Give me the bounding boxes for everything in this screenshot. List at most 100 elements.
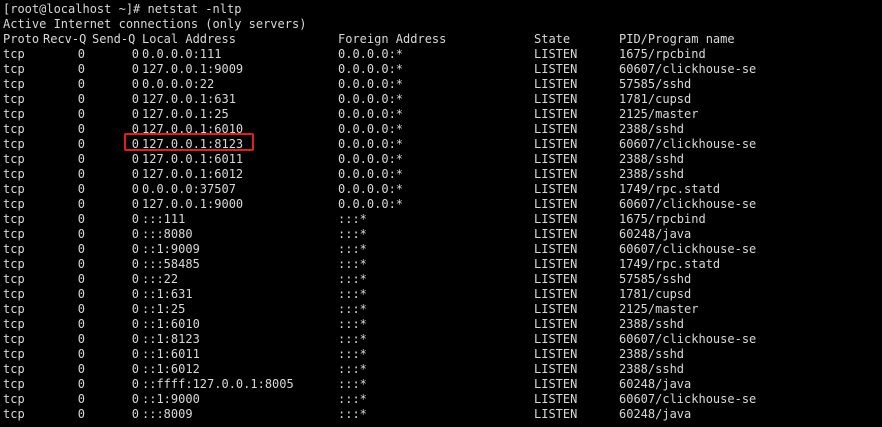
row-foreign-address: :::* <box>338 362 367 376</box>
row-proto: tcp <box>3 302 25 316</box>
row-sendq: 0 <box>131 62 139 76</box>
row-foreign-address: :::* <box>338 287 367 301</box>
row-foreign-address: 0.0.0.0:* <box>338 77 404 91</box>
header-proto: Proto <box>3 32 40 46</box>
row-state: LISTEN <box>534 122 578 136</box>
table-row: tcp 0 0::1:6012:::* LISTEN 2388/sshd <box>3 362 873 377</box>
row-pid-program: 1675/rpcbind <box>619 47 706 61</box>
row-recvq: 0 <box>77 77 85 91</box>
row-sendq: 0 <box>131 122 139 136</box>
row-state: LISTEN <box>534 47 578 61</box>
table-row: tcp 0 0::1:6011:::* LISTEN 2388/sshd <box>3 347 873 362</box>
row-state: LISTEN <box>534 77 578 91</box>
row-sendq: 0 <box>131 362 139 376</box>
row-proto: tcp <box>3 197 25 211</box>
header-state: State <box>534 32 571 46</box>
row-local-address: ::1:8123 <box>142 332 200 346</box>
row-sendq: 0 <box>131 92 139 106</box>
row-recvq: 0 <box>77 167 85 181</box>
row-recvq: 0 <box>77 392 85 406</box>
row-state: LISTEN <box>534 92 578 106</box>
row-state: LISTEN <box>534 377 578 391</box>
row-sendq: 0 <box>131 347 139 361</box>
row-pid-program: 60248/java <box>619 227 692 241</box>
row-state: LISTEN <box>534 347 578 361</box>
table-row: tcp 0 0:::8009:::* LISTEN 60248/java <box>3 407 873 422</box>
row-pid-program: 2388/sshd <box>619 167 685 181</box>
row-local-address: 127.0.0.1:25 <box>142 107 229 121</box>
table-row: tcp 0 0::1:9009:::* LISTEN 60607/clickhouse-… <box>3 242 873 257</box>
row-proto: tcp <box>3 182 25 196</box>
row-foreign-address: :::* <box>338 407 367 421</box>
table-row: tcp 0 0::1:8123:::* LISTEN 60607/clickhouse-… <box>3 332 873 347</box>
row-proto: tcp <box>3 107 25 121</box>
row-local-address: :::8009 <box>142 407 193 421</box>
row-pid-program: 60248/java <box>619 407 692 421</box>
row-local-address: 127.0.0.1:9000 <box>142 197 244 211</box>
table-row: tcp 0 0:::111:::* LISTEN 1675/rpcbind <box>3 212 873 227</box>
row-foreign-address: :::* <box>338 257 367 271</box>
row-local-address: 0.0.0.0:111 <box>142 47 222 61</box>
row-recvq: 0 <box>77 317 85 331</box>
row-pid-program: 60607/clickhouse-se <box>619 392 757 406</box>
row-recvq: 0 <box>77 182 85 196</box>
row-local-address: ::1:9009 <box>142 242 200 256</box>
row-proto: tcp <box>3 257 25 271</box>
table-row: tcp 0 0::1:631:::* LISTEN 1781/cupsd <box>3 287 873 302</box>
row-proto: tcp <box>3 392 25 406</box>
row-state: LISTEN <box>534 62 578 76</box>
table-row: tcp 0 0:::8080:::* LISTEN 60248/java <box>3 227 873 242</box>
row-proto: tcp <box>3 77 25 91</box>
row-sendq: 0 <box>131 377 139 391</box>
row-state: LISTEN <box>534 272 578 286</box>
row-pid-program: 60607/clickhouse-se <box>619 197 757 211</box>
row-proto: tcp <box>3 272 25 286</box>
row-foreign-address: 0.0.0.0:* <box>338 182 404 196</box>
row-local-address: ::1:6011 <box>142 347 200 361</box>
row-recvq: 0 <box>77 272 85 286</box>
row-state: LISTEN <box>534 152 578 166</box>
row-sendq: 0 <box>131 107 139 121</box>
row-sendq: 0 <box>131 332 139 346</box>
row-local-address: 0.0.0.0:37507 <box>142 182 236 196</box>
row-state: LISTEN <box>534 302 578 316</box>
row-proto: tcp <box>3 362 25 376</box>
row-sendq: 0 <box>131 407 139 421</box>
row-pid-program: 57585/sshd <box>619 77 692 91</box>
row-state: LISTEN <box>534 182 578 196</box>
row-pid-program: 60607/clickhouse-se <box>619 332 757 346</box>
row-sendq: 0 <box>131 197 139 211</box>
row-foreign-address: :::* <box>338 227 367 241</box>
row-proto: tcp <box>3 47 25 61</box>
row-recvq: 0 <box>77 122 85 136</box>
row-foreign-address: 0.0.0.0:* <box>338 137 404 151</box>
terminal-window[interactable]: [root@localhost ~]# netstat -nltp Active… <box>0 0 882 427</box>
row-recvq: 0 <box>77 347 85 361</box>
table-row: tcp 0 0 127.0.0.1:631 0.0.0.0:* LISTEN 1781/cu… <box>3 92 873 107</box>
row-proto: tcp <box>3 92 25 106</box>
row-foreign-address: 0.0.0.0:* <box>338 152 404 166</box>
row-state: LISTEN <box>534 107 578 121</box>
row-recvq: 0 <box>77 407 85 421</box>
table-row: tcp 0 0::ffff:127.0.0.1:8005:::* LISTEN 6024… <box>3 377 873 392</box>
row-local-address: 127.0.0.1:6012 <box>142 167 244 181</box>
row-sendq: 0 <box>131 182 139 196</box>
row-foreign-address: 0.0.0.0:* <box>338 92 404 106</box>
header-local-address: Local Address <box>142 32 236 46</box>
row-state: LISTEN <box>534 332 578 346</box>
prompt-line: [root@localhost ~]# netstat -nltp <box>3 2 242 16</box>
row-proto: tcp <box>3 242 25 256</box>
row-foreign-address: :::* <box>338 272 367 286</box>
row-state: LISTEN <box>534 212 578 226</box>
row-proto: tcp <box>3 347 25 361</box>
row-sendq: 0 <box>131 317 139 331</box>
row-pid-program: 2125/master <box>619 107 699 121</box>
row-local-address: :::22 <box>142 272 179 286</box>
table-row: tcp 0 0 127.0.0.1:9000 0.0.0.0:* LISTEN 60607/… <box>3 197 873 212</box>
row-foreign-address: :::* <box>338 212 367 226</box>
row-pid-program: 60607/clickhouse-se <box>619 62 757 76</box>
row-foreign-address: 0.0.0.0:* <box>338 167 404 181</box>
row-local-address: :::111 <box>142 212 186 226</box>
row-sendq: 0 <box>131 242 139 256</box>
row-pid-program: 2388/sshd <box>619 122 685 136</box>
